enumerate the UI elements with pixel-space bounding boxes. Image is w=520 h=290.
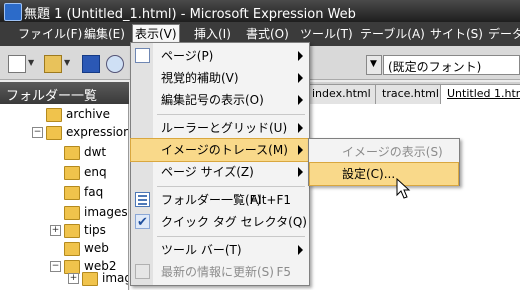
shortcut-folder-list: Alt+F1 bbox=[250, 193, 291, 207]
menu-item-refresh[interactable]: 最新の情報に更新(S) F5 bbox=[131, 261, 309, 283]
folder-icon bbox=[82, 272, 98, 286]
submenu-arrow-icon bbox=[298, 123, 303, 133]
open-folder-icon[interactable] bbox=[44, 55, 62, 73]
tree-item-images[interactable]: images bbox=[0, 202, 128, 222]
menu-separator bbox=[157, 236, 305, 237]
tree-item-image[interactable]: + image bbox=[0, 268, 128, 288]
refresh-icon bbox=[135, 264, 150, 279]
tree-item-expression[interactable]: − expression bbox=[0, 122, 128, 142]
preview-icon[interactable] bbox=[106, 55, 124, 73]
folder-icon bbox=[64, 146, 80, 160]
menu-site[interactable]: サイト(S) bbox=[428, 26, 485, 44]
menu-item-folder-list[interactable]: フォルダー一覧(F) Alt+F1 bbox=[131, 189, 309, 211]
menu-item-toolbars[interactable]: ツール バー(T) bbox=[131, 239, 309, 261]
folder-icon bbox=[46, 126, 62, 140]
collapse-icon[interactable]: − bbox=[32, 127, 43, 138]
title-bar: 無題 1 (Untitled_1.html) - Microsoft Expre… bbox=[0, 0, 520, 22]
tree-item-archive[interactable]: archive bbox=[0, 104, 128, 124]
folder-icon bbox=[64, 166, 80, 180]
folder-icon bbox=[64, 186, 80, 200]
check-icon: ✔ bbox=[135, 214, 150, 230]
mouse-cursor-icon bbox=[396, 178, 411, 199]
menu-edit[interactable]: 編集(E) bbox=[82, 26, 127, 44]
menu-item-page-size[interactable]: ページ サイズ(Z) bbox=[131, 161, 309, 183]
menu-item-quick-tag-selector[interactable]: ✔ クイック タグ セレクタ(Q) bbox=[131, 211, 309, 233]
submenu-arrow-icon bbox=[298, 167, 303, 177]
folder-icon bbox=[64, 242, 80, 256]
submenu-item-show-image[interactable]: イメージの表示(S) bbox=[310, 141, 458, 163]
folder-list-icon bbox=[135, 192, 150, 207]
tab-index-html[interactable]: index.html bbox=[305, 84, 378, 104]
open-dropdown-icon[interactable]: ▼ bbox=[64, 58, 70, 67]
menu-item-visual-aids[interactable]: 視覚的補助(V) bbox=[131, 67, 309, 89]
tracing-image-submenu: イメージの表示(S) 設定(C)... bbox=[308, 138, 460, 186]
chevron-down-icon: ▼ bbox=[370, 59, 377, 69]
menu-item-page[interactable]: ページ(P) bbox=[131, 45, 309, 67]
tab-untitled-html[interactable]: Untitled 1.html bbox=[440, 84, 520, 104]
tree-item-enq[interactable]: enq bbox=[0, 162, 128, 182]
menu-table[interactable]: テーブル(A) bbox=[358, 26, 427, 44]
new-page-icon[interactable] bbox=[8, 55, 26, 73]
shortcut-refresh: F5 bbox=[276, 265, 291, 279]
submenu-arrow-icon bbox=[298, 51, 303, 61]
tree-item-dwt[interactable]: dwt bbox=[0, 142, 128, 162]
view-menu-dropdown: ページ(P) 視覚的補助(V) 編集記号の表示(O) ルーラーとグリッド(U) … bbox=[130, 42, 310, 286]
submenu-arrow-icon bbox=[298, 145, 303, 155]
window-title: 無題 1 (Untitled_1.html) - Microsoft Expre… bbox=[24, 7, 356, 22]
page-icon bbox=[135, 48, 150, 63]
expand-icon[interactable]: + bbox=[50, 225, 61, 236]
save-icon[interactable] bbox=[82, 55, 100, 73]
menu-separator bbox=[157, 186, 305, 187]
menu-item-formatting-marks[interactable]: 編集記号の表示(O) bbox=[131, 89, 309, 111]
folder-panel-title: フォルダー一覧 bbox=[0, 82, 129, 104]
menu-file[interactable]: ファイル(F) bbox=[16, 26, 84, 44]
menu-item-tracing-image[interactable]: イメージのトレース(M) bbox=[130, 138, 310, 162]
submenu-arrow-icon bbox=[298, 73, 303, 83]
tree-item-web[interactable]: web bbox=[0, 238, 128, 258]
submenu-item-configure[interactable]: 設定(C)... bbox=[309, 162, 459, 186]
submenu-arrow-icon bbox=[298, 245, 303, 255]
new-dropdown-icon[interactable]: ▼ bbox=[28, 58, 34, 67]
submenu-arrow-icon bbox=[298, 95, 303, 105]
style-dropdown-button[interactable]: ▼ bbox=[366, 55, 382, 75]
folder-tree: archive − expression dwt enq faq images … bbox=[0, 104, 129, 290]
folder-icon bbox=[46, 108, 62, 122]
folder-icon bbox=[64, 224, 80, 238]
menu-item-ruler-grid[interactable]: ルーラーとグリッド(U) bbox=[131, 117, 309, 139]
app-icon bbox=[4, 3, 22, 21]
menu-data[interactable]: データ bbox=[486, 26, 520, 44]
expand-icon[interactable]: + bbox=[68, 273, 79, 284]
folder-icon bbox=[64, 206, 80, 220]
font-select[interactable]: (既定のフォント) bbox=[383, 55, 520, 75]
tree-item-tips[interactable]: + tips bbox=[0, 220, 128, 240]
tab-trace-html[interactable]: trace.html bbox=[375, 84, 446, 104]
menu-separator bbox=[157, 114, 305, 115]
tree-item-faq[interactable]: faq bbox=[0, 182, 128, 202]
